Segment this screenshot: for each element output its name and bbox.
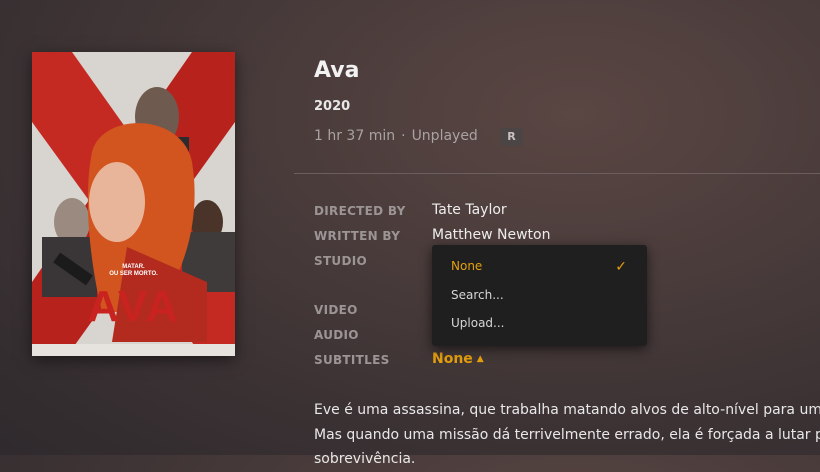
studio-label: STUDIO bbox=[314, 254, 367, 268]
summary-line: Mas quando uma missão dá terrivelmente e… bbox=[314, 426, 820, 443]
movie-year: 2020 bbox=[314, 99, 351, 114]
summary-line: Eve é uma assassina, que trabalha matand… bbox=[314, 402, 820, 418]
section-divider bbox=[294, 173, 820, 174]
writer-link[interactable]: Matthew Newton bbox=[432, 227, 551, 243]
poster-logo: AVA bbox=[87, 282, 180, 331]
caret-up-icon: ▲ bbox=[476, 354, 484, 364]
subtitles-label: SUBTITLES bbox=[314, 353, 390, 367]
written-by-label: WRITTEN BY bbox=[314, 229, 401, 243]
dropdown-item-none[interactable]: None bbox=[451, 259, 482, 273]
subtitles-dropdown-menu: None ✓ Search... Upload... bbox=[432, 245, 647, 346]
summary-line: sobrevivência. bbox=[314, 451, 416, 467]
meta-separator: · bbox=[401, 128, 406, 144]
director-link[interactable]: Tate Taylor bbox=[432, 202, 507, 218]
poster-tagline-line1: MATAR. bbox=[122, 264, 145, 270]
dropdown-item-upload[interactable]: Upload... bbox=[451, 316, 505, 330]
movie-title: Ava bbox=[314, 58, 360, 83]
watch-status: Unplayed bbox=[411, 128, 478, 144]
audio-label: AUDIO bbox=[314, 328, 359, 342]
poster-tagline: MATAR. OU SER MORTO. bbox=[32, 264, 235, 278]
directed-by-label: DIRECTED BY bbox=[314, 204, 406, 218]
movie-meta: 1 hr 37 min · Unplayed bbox=[314, 128, 478, 144]
more-options-icon[interactable]: ⋮ bbox=[815, 98, 820, 112]
video-label: VIDEO bbox=[314, 303, 358, 317]
content-rating-badge: R bbox=[500, 128, 523, 146]
movie-summary: Eve é uma assassina, que trabalha matand… bbox=[314, 398, 820, 472]
poster-tagline-line2: OU SER MORTO. bbox=[109, 271, 158, 277]
subtitles-selected-value: None bbox=[432, 351, 473, 367]
subtitles-select[interactable]: None ▲ bbox=[432, 351, 484, 367]
dropdown-item-search[interactable]: Search... bbox=[451, 288, 504, 302]
duration: 1 hr 37 min bbox=[314, 128, 396, 144]
movie-poster[interactable]: MATAR. OU SER MORTO. AVA bbox=[32, 52, 235, 356]
checkmark-icon: ✓ bbox=[615, 259, 627, 275]
